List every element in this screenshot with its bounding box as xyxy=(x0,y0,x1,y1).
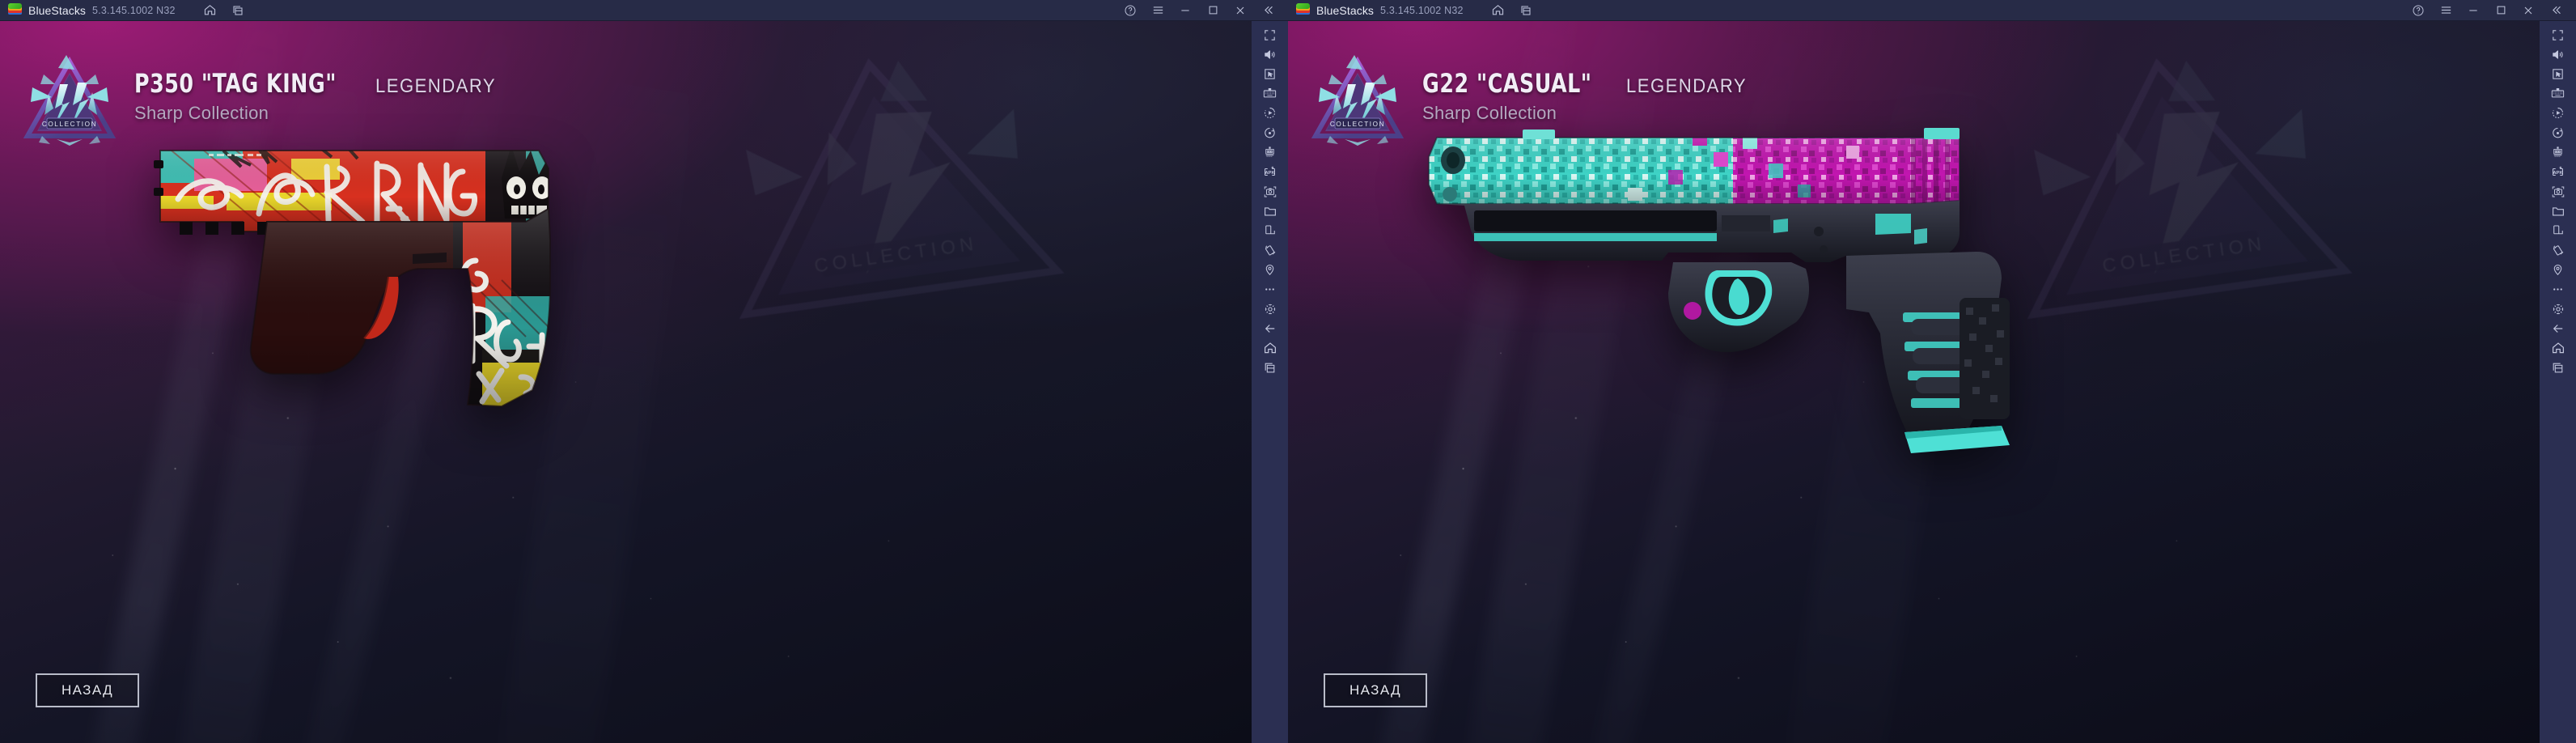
app-version: 5.3.145.1002 N32 xyxy=(92,4,176,16)
home-icon[interactable] xyxy=(2540,338,2576,358)
game-screen-right[interactable]: COLLECTION G22 "CASUAL" LEGENDARY Sharp … xyxy=(1288,21,2540,743)
bluestacks-window-left: BlueStacks 5.3.145.1002 N32 COLLECTION P… xyxy=(0,0,1288,743)
camera-screenshot-icon[interactable] xyxy=(2540,182,2576,202)
macro-play-icon[interactable] xyxy=(2540,104,2576,123)
keyboard-icon[interactable] xyxy=(1252,84,1288,104)
collection-name: Sharp Collection xyxy=(134,103,269,123)
menu-button[interactable] xyxy=(2432,0,2459,21)
home-icon[interactable] xyxy=(1252,338,1288,358)
titlebar-instance-manager-button[interactable] xyxy=(224,0,252,21)
arrow-left-icon[interactable] xyxy=(2540,319,2576,338)
collapse-sidebar-button[interactable] xyxy=(2542,0,2570,21)
rotate-screen-icon[interactable] xyxy=(2540,221,2576,240)
close-button[interactable] xyxy=(1227,0,1254,21)
titlebar-right: BlueStacks 5.3.145.1002 N32 xyxy=(1288,0,2576,21)
instance-sync-icon[interactable] xyxy=(2540,142,2576,162)
collection-name: Sharp Collection xyxy=(1422,103,1557,123)
toolbar-left: APK xyxy=(1252,21,1288,743)
cursor-pointer-icon[interactable] xyxy=(1252,64,1288,83)
instance-sync-icon[interactable] xyxy=(1252,142,1288,162)
folder-icon[interactable] xyxy=(2540,202,2576,221)
titlebar-instance-manager-button[interactable] xyxy=(1512,0,1540,21)
titlebar-home-button[interactable] xyxy=(197,0,224,21)
apk-install-icon[interactable]: APK xyxy=(1252,162,1288,181)
speaker-volume-icon[interactable] xyxy=(2540,45,2576,64)
folder-icon[interactable] xyxy=(1252,202,1288,221)
rotate-screen-icon[interactable] xyxy=(1252,221,1288,240)
apk-install-icon[interactable]: APK xyxy=(2540,162,2576,181)
keyboard-icon[interactable] xyxy=(2540,84,2576,104)
macro-play-icon[interactable] xyxy=(1252,104,1288,123)
weapon-render-p350 xyxy=(146,118,696,523)
location-pin-icon[interactable] xyxy=(1252,260,1288,279)
sharp-collection-emblem-icon: COLLECTION xyxy=(1311,55,1405,146)
rarity-label: LEGENDARY xyxy=(375,75,497,97)
weapon-render-g22 xyxy=(1426,110,2040,490)
location-pin-icon[interactable] xyxy=(2540,260,2576,279)
bluestacks-logo-icon xyxy=(1296,3,1310,17)
app-title: BlueStacks xyxy=(28,3,87,17)
fullscreen-icon[interactable] xyxy=(2540,25,2576,45)
minimize-button[interactable] xyxy=(2459,0,2487,21)
svg-text:APK: APK xyxy=(1265,171,1275,176)
svg-text:COLLECTION: COLLECTION xyxy=(1330,121,1385,128)
gear-icon[interactable] xyxy=(1252,299,1288,319)
speaker-volume-icon[interactable] xyxy=(1252,45,1288,64)
game-screen-left[interactable]: COLLECTION P350 "TAG KING" LEGENDARY Sha… xyxy=(0,21,1252,743)
toolbar-right: APK xyxy=(2540,21,2576,743)
recent-apps-icon[interactable] xyxy=(2540,358,2576,377)
cursor-pointer-icon[interactable] xyxy=(2540,64,2576,83)
app-version: 5.3.145.1002 N32 xyxy=(1380,4,1464,16)
help-button[interactable] xyxy=(2404,0,2432,21)
skin-header-left: COLLECTION P350 "TAG KING" LEGENDARY Sha… xyxy=(19,52,506,147)
bluestacks-window-right: BlueStacks 5.3.145.1002 N32 COLLECTION G… xyxy=(1288,0,2576,743)
skin-header-right: COLLECTION G22 "CASUAL" LEGENDARY Sharp … xyxy=(1307,52,1757,147)
titlebar-home-button[interactable] xyxy=(1485,0,1512,21)
rotate-dot-icon[interactable] xyxy=(1252,123,1288,142)
svg-text:APK: APK xyxy=(2553,171,2563,176)
shake-device-icon[interactable] xyxy=(1252,240,1288,260)
fullscreen-icon[interactable] xyxy=(1252,25,1288,45)
ellipsis-icon[interactable] xyxy=(1252,279,1288,299)
help-button[interactable] xyxy=(1116,0,1144,21)
titlebar-left: BlueStacks 5.3.145.1002 N32 xyxy=(0,0,1288,21)
bluestacks-logo-icon xyxy=(8,3,22,17)
maximize-button[interactable] xyxy=(2487,0,2515,21)
shake-device-icon[interactable] xyxy=(2540,240,2576,260)
gear-icon[interactable] xyxy=(2540,299,2576,319)
rarity-label: LEGENDARY xyxy=(1626,75,1748,97)
arrow-left-icon[interactable] xyxy=(1252,319,1288,338)
dual-bluestacks-desktop: BlueStacks 5.3.145.1002 N32 COLLECTION P… xyxy=(0,0,2576,743)
menu-button[interactable] xyxy=(1144,0,1171,21)
maximize-button[interactable] xyxy=(1199,0,1227,21)
close-button[interactable] xyxy=(2515,0,2542,21)
minimize-button[interactable] xyxy=(1171,0,1199,21)
rotate-dot-icon[interactable] xyxy=(2540,123,2576,142)
sharp-collection-emblem-icon: COLLECTION xyxy=(23,55,117,146)
recent-apps-icon[interactable] xyxy=(1252,358,1288,377)
weapon-name: G22 "CASUAL" xyxy=(1422,68,1592,99)
app-title: BlueStacks xyxy=(1316,3,1375,17)
camera-screenshot-icon[interactable] xyxy=(1252,182,1288,202)
back-button-right[interactable]: НАЗАД xyxy=(1324,673,1427,707)
back-button-left[interactable]: НАЗАД xyxy=(36,673,139,707)
svg-text:COLLECTION: COLLECTION xyxy=(42,121,97,128)
ellipsis-icon[interactable] xyxy=(2540,279,2576,299)
collapse-sidebar-button[interactable] xyxy=(1254,0,1282,21)
weapon-name: P350 "TAG KING" xyxy=(134,68,337,99)
